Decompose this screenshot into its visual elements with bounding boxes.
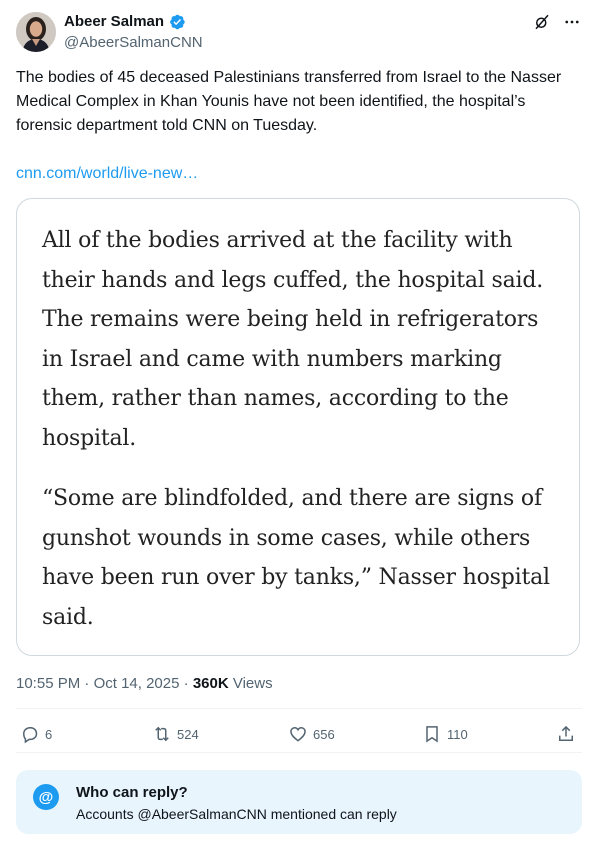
tweet-text: The bodies of 45 deceased Palestinians t… bbox=[16, 69, 562, 134]
mention-icon: @ bbox=[33, 784, 59, 810]
grok-icon[interactable] bbox=[532, 12, 552, 32]
who-can-reply-subtitle: Accounts @AbeerSalmanCNN mentioned can r… bbox=[76, 806, 397, 822]
action-bar: 6 524 656 110 bbox=[16, 716, 582, 752]
like-button[interactable]: 656 bbox=[288, 716, 335, 752]
tweet-time[interactable]: 10:55 PM bbox=[16, 675, 80, 692]
reply-count: 6 bbox=[45, 726, 53, 742]
avatar[interactable] bbox=[16, 12, 56, 52]
reply-button[interactable]: 6 bbox=[20, 716, 52, 752]
avatar-photo bbox=[16, 12, 56, 52]
meta-separator: · bbox=[183, 675, 189, 692]
author-handle[interactable]: @AbeerSalmanCNN bbox=[64, 33, 203, 53]
author-name[interactable]: Abeer Salman bbox=[64, 12, 164, 32]
like-count: 656 bbox=[313, 726, 335, 742]
share-button[interactable] bbox=[556, 716, 576, 752]
more-icon[interactable] bbox=[562, 12, 582, 32]
verified-badge-icon[interactable] bbox=[168, 13, 186, 31]
like-icon bbox=[290, 726, 306, 742]
article-excerpt-card[interactable]: All of the bodies arrived at the facilit… bbox=[16, 198, 580, 656]
bookmark-icon bbox=[426, 726, 438, 743]
reply-icon bbox=[22, 727, 38, 744]
divider bbox=[16, 752, 582, 753]
excerpt-paragraph: All of the bodies arrived at the facilit… bbox=[42, 228, 543, 451]
tweet-meta: 10:55 PM · Oct 14, 2025 · 360K Views bbox=[16, 674, 273, 694]
who-can-reply-title: Who can reply? bbox=[76, 784, 188, 801]
divider bbox=[16, 708, 582, 709]
views-count: 360K bbox=[192, 675, 229, 692]
repost-button[interactable]: 524 bbox=[152, 716, 199, 752]
meta-separator: · bbox=[84, 675, 90, 692]
share-icon bbox=[559, 725, 573, 741]
who-can-reply-box: @ Who can reply? Accounts @AbeerSalmanCN… bbox=[16, 770, 582, 834]
repost-count: 524 bbox=[177, 726, 199, 742]
repost-icon bbox=[155, 726, 169, 742]
excerpt-paragraph: “Some are blindfolded, and there are sig… bbox=[42, 486, 550, 630]
bookmark-button[interactable]: 110 bbox=[422, 716, 468, 752]
tweet-link[interactable]: cnn.com/world/live-new… bbox=[16, 162, 198, 186]
bookmark-count: 110 bbox=[447, 726, 468, 742]
views-label: Views bbox=[232, 675, 273, 692]
tweet-date[interactable]: Oct 14, 2025 bbox=[94, 675, 180, 692]
author-name-row: Abeer Salman bbox=[64, 12, 203, 32]
tweet: Abeer Salman @AbeerSalmanCNN The bodies … bbox=[0, 0, 598, 850]
author-block: Abeer Salman @AbeerSalmanCNN bbox=[64, 12, 203, 53]
tweet-header-actions bbox=[532, 12, 582, 32]
